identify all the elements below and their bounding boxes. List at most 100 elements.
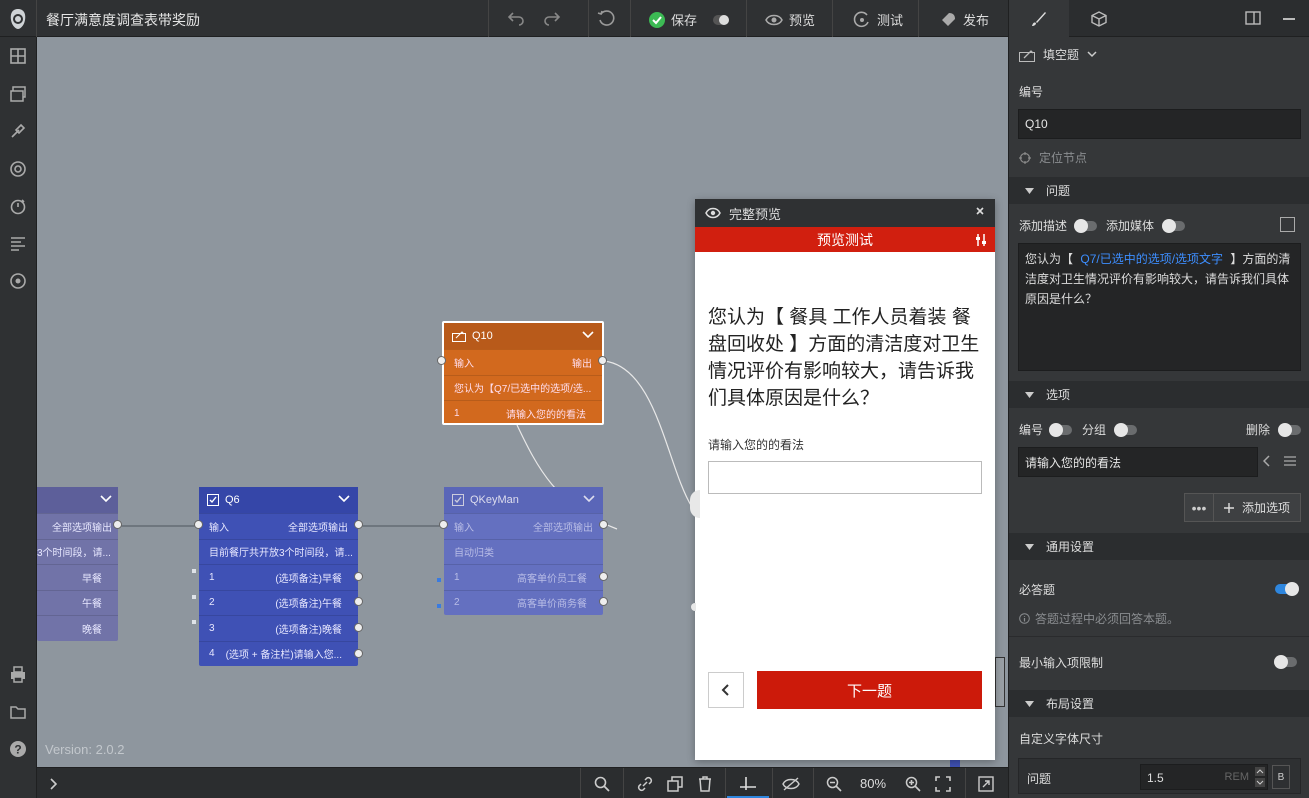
eyedropper-icon[interactable]: [9, 122, 27, 140]
node-q6[interactable]: Q6 输入 全部选项输出 目前餐厅共开放3个时间段，请... 1 (选项备注)早餐 …: [194, 487, 363, 666]
option-port[interactable]: [354, 572, 363, 581]
node-q10[interactable]: Q10 输入 输出 您认为【Q7/已选中的选项/选... 1 请输入您的的看法: [437, 321, 607, 425]
drag-handle[interactable]: [437, 578, 441, 582]
drag-handle[interactable]: [192, 569, 196, 573]
node-left-partial[interactable]: 全部选项输出 3个时间段，请... 早餐 午餐 晚餐: [37, 487, 122, 641]
node-header[interactable]: [37, 487, 118, 513]
chevron-down-icon[interactable]: [100, 495, 112, 503]
stepper-icon[interactable]: [1255, 767, 1265, 787]
add-option-button[interactable]: 添加选项: [1214, 499, 1290, 516]
palette-icon[interactable]: [9, 272, 27, 290]
input-port[interactable]: [439, 520, 448, 529]
question-text-editor[interactable]: 您认为【 Q7/已选中的选项/选项文字 】方面的清洁度对卫生情况评价有影响较大，…: [1018, 243, 1301, 371]
grid-icon[interactable]: [9, 47, 27, 65]
close-icon[interactable]: [975, 206, 985, 216]
help-icon[interactable]: ?: [9, 740, 27, 758]
preview-answer-input[interactable]: [708, 461, 982, 494]
zoom-in-icon[interactable]: [901, 768, 925, 798]
save-button[interactable]: 保存: [649, 10, 730, 29]
add-media-switch[interactable]: [1162, 219, 1185, 233]
node-header[interactable]: QKeyMan: [444, 487, 603, 513]
option-port[interactable]: [354, 597, 363, 606]
question-type-select[interactable]: 填空题: [1019, 46, 1097, 63]
autosave-toggle[interactable]: [713, 14, 730, 25]
publish-button[interactable]: 发布: [939, 10, 989, 29]
more-icon[interactable]: •••: [1185, 494, 1214, 521]
zoom-out-icon[interactable]: [822, 768, 846, 798]
option-port[interactable]: [599, 572, 608, 581]
section-options[interactable]: 选项: [1009, 381, 1309, 408]
add-desc-switch[interactable]: [1074, 219, 1097, 233]
hidden-node-edge: [995, 657, 1005, 707]
option-port[interactable]: [599, 597, 608, 606]
drag-lines-icon[interactable]: [1284, 455, 1296, 467]
delete-switch[interactable]: [1278, 423, 1301, 437]
gallery-icon[interactable]: [9, 85, 27, 103]
reset-icon[interactable]: [597, 10, 615, 28]
node-header[interactable]: Q6: [199, 487, 358, 513]
drag-handle[interactable]: [192, 595, 196, 599]
link-icon[interactable]: [633, 768, 657, 798]
next-button[interactable]: 下一题: [757, 671, 982, 709]
output-port[interactable]: [599, 520, 608, 529]
tab-component[interactable]: [1069, 0, 1129, 37]
required-switch[interactable]: [1275, 582, 1299, 596]
panel-layout-icon[interactable]: [1245, 11, 1261, 25]
option-port[interactable]: [354, 623, 363, 632]
save-group: 保存: [630, 0, 746, 37]
trash-icon[interactable]: [693, 768, 717, 798]
chevron-down-icon[interactable]: [583, 495, 595, 503]
input-port[interactable]: [437, 356, 446, 365]
app-logo[interactable]: [0, 0, 37, 37]
option-input[interactable]: 请输入您的的看法: [1018, 447, 1258, 477]
font-size-input[interactable]: 1.5 REM: [1140, 764, 1268, 790]
min-inputs-switch[interactable]: [1274, 655, 1297, 669]
reference-token[interactable]: Q7/已选中的选项/选项文字: [1080, 252, 1223, 266]
drag-handle[interactable]: [192, 620, 196, 624]
bold-toggle[interactable]: B: [1272, 765, 1290, 789]
copy-icon[interactable]: [663, 768, 687, 798]
section-general[interactable]: 通用设置: [1009, 533, 1309, 560]
output-port[interactable]: [354, 520, 363, 529]
fullscreen-icon[interactable]: [974, 768, 998, 798]
minimize-icon[interactable]: [1283, 18, 1295, 20]
expand-checkbox[interactable]: [1280, 217, 1295, 232]
test-button[interactable]: 测试: [853, 10, 903, 29]
back-button[interactable]: [708, 672, 744, 708]
section-question[interactable]: 问题: [1009, 177, 1309, 204]
connector-port[interactable]: [690, 490, 700, 518]
expand-chevron-icon[interactable]: [45, 768, 61, 798]
section-layout[interactable]: 布局设置: [1009, 690, 1309, 717]
text-lines-icon[interactable]: [9, 234, 27, 252]
group-switch[interactable]: [1114, 423, 1137, 437]
at-sign-icon[interactable]: [9, 160, 27, 178]
folder-icon[interactable]: [9, 703, 27, 721]
printer-icon[interactable]: [9, 665, 27, 683]
fit-screen-icon[interactable]: [931, 768, 955, 798]
preview-button[interactable]: 预览: [765, 10, 815, 29]
locate-node-link[interactable]: 定位节点: [1019, 149, 1087, 166]
redo-icon[interactable]: [543, 10, 561, 26]
option-row: 早餐: [37, 564, 118, 590]
option-port[interactable]: [354, 649, 363, 658]
align-tool-icon[interactable]: [727, 768, 769, 798]
node-header[interactable]: Q10: [444, 323, 602, 349]
chevron-left-icon[interactable]: [1263, 455, 1271, 467]
connector-port[interactable]: [691, 603, 696, 611]
output-port[interactable]: [113, 520, 122, 529]
id-input[interactable]: Q10: [1018, 109, 1301, 139]
undo-icon[interactable]: [507, 10, 525, 26]
search-icon[interactable]: [590, 768, 614, 798]
output-port[interactable]: [598, 356, 607, 365]
chevron-down-icon[interactable]: [338, 495, 350, 503]
tab-style[interactable]: [1009, 0, 1069, 37]
option-row: 晚餐: [37, 615, 118, 641]
chevron-down-icon[interactable]: [582, 331, 594, 339]
adjust-icon[interactable]: [975, 233, 987, 247]
numbering-switch[interactable]: [1049, 423, 1072, 437]
timer-icon[interactable]: [9, 197, 27, 215]
input-port[interactable]: [194, 520, 203, 529]
node-qkeyman[interactable]: QKeyMan 输入 全部选项输出 自动归类 1 高客单价员工餐 2 高客单价商务餐: [439, 487, 608, 615]
drag-handle[interactable]: [437, 604, 441, 608]
hide-icon[interactable]: [779, 768, 803, 798]
